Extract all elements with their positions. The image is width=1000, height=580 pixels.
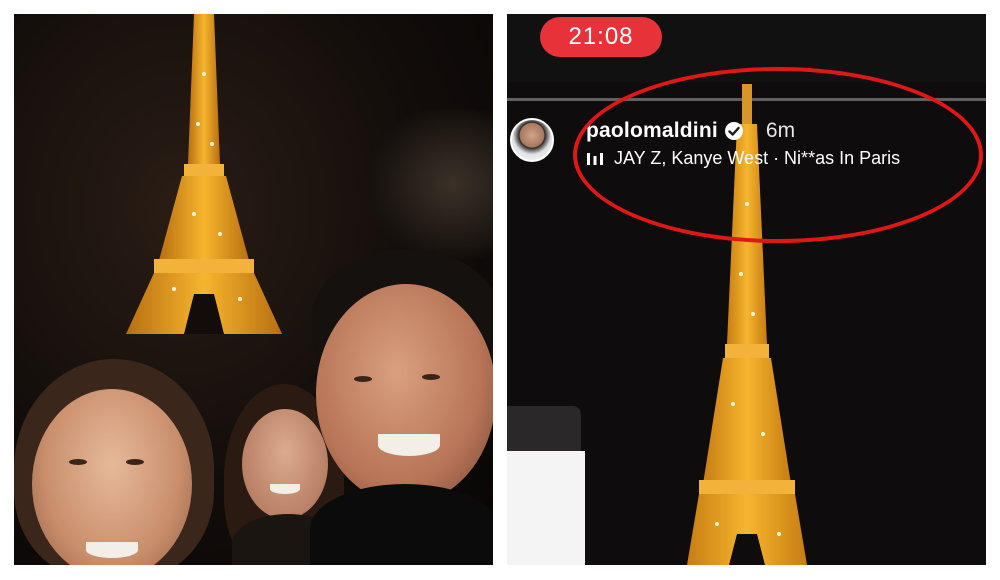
woman-left-eye <box>69 459 87 465</box>
story-music-row[interactable]: JAY Z, Kanye West · Ni**as In Paris <box>586 148 900 169</box>
story-username[interactable]: paolomaldini <box>586 119 718 143</box>
verified-badge-icon <box>724 122 743 140</box>
profile-avatar[interactable] <box>510 118 554 162</box>
woman-left-smile <box>86 542 138 558</box>
woman-left-face <box>32 389 192 565</box>
tree-silhouette <box>369 109 493 259</box>
girl-middle-face <box>242 409 328 519</box>
selfie-photo-panel <box>14 14 493 565</box>
story-user-row: paolomaldini 6m <box>586 117 795 145</box>
man-right-smile <box>378 434 440 456</box>
story-time-ago: 6m <box>765 119 796 142</box>
music-bars-icon <box>587 152 603 165</box>
man-right-body <box>310 484 493 565</box>
eiffel-tower-image <box>126 14 282 334</box>
story-screenshot-panel: 21:08 paolomaldini 6m JAY Z, Kanye West … <box>507 14 986 565</box>
status-bar: 21:08 <box>507 14 986 82</box>
story-music-text: JAY Z, Kanye West · Ni**as In Paris <box>614 148 901 168</box>
overlay-card-white <box>507 451 585 565</box>
man-right-eye <box>422 374 440 380</box>
girl-middle-smile <box>270 484 300 494</box>
man-right-eye <box>354 376 372 382</box>
woman-left-eye <box>126 459 144 465</box>
overlay-card-dark <box>507 406 581 452</box>
man-right-face <box>316 284 493 504</box>
status-time: 21:08 <box>540 17 662 57</box>
